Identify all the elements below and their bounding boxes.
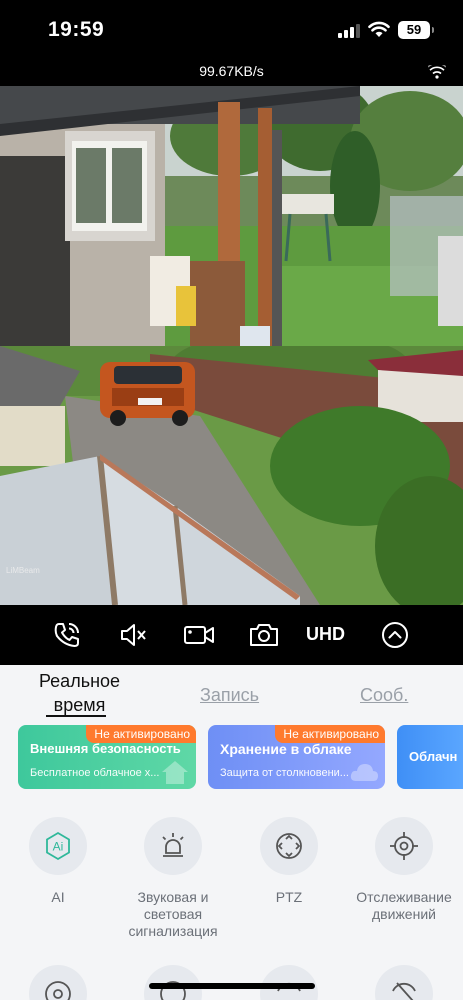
- feature-label: AI: [51, 889, 65, 905]
- tab-record[interactable]: Запись: [200, 685, 259, 706]
- card-cloud-partial[interactable]: Облачн: [397, 725, 463, 789]
- expand-icon[interactable]: [380, 620, 410, 650]
- active-tab-indicator: [46, 715, 106, 717]
- status-time: 19:59: [48, 18, 105, 41]
- camera-wifi-icon: [428, 65, 446, 79]
- camera-watermark: LiMBeam: [6, 566, 40, 575]
- record-icon[interactable]: [183, 620, 215, 650]
- gallery-icon: [45, 981, 71, 1000]
- cellular-signal-icon: [338, 24, 360, 38]
- feature-label: Отслеживание движений: [356, 889, 452, 922]
- no-signal-icon: [392, 982, 416, 1000]
- card-subtitle: Бесплатное облачное х...: [30, 767, 160, 779]
- camera-feed-top[interactable]: [0, 86, 463, 346]
- home-indicator[interactable]: [149, 983, 315, 989]
- ai-icon: Ai: [46, 831, 70, 861]
- feature-label: Звуковая и световая сигнализация: [128, 889, 218, 939]
- snapshot-icon[interactable]: [248, 620, 280, 650]
- feature-motion-tracking[interactable]: Отслеживание движений: [349, 817, 459, 923]
- card-subtitle: Защита от столкновени...: [220, 767, 349, 779]
- call-icon[interactable]: [52, 620, 82, 650]
- battery-indicator: 59: [398, 21, 434, 39]
- cloud-icon: [350, 764, 378, 781]
- ptz-icon: [276, 833, 302, 859]
- playback-controls: UHD: [0, 605, 463, 665]
- feature-row2-item-4[interactable]: [375, 965, 433, 1000]
- light-alarm-icon: [162, 833, 184, 857]
- target-icon: [390, 832, 418, 860]
- bottom-panel: Реальное время Запись Сооб. Не активиров…: [0, 665, 463, 1000]
- stream-info-bar: 99.67KB/s: [0, 60, 463, 86]
- feature-ai[interactable]: Ai AI: [3, 817, 113, 906]
- camera-feed-bottom[interactable]: LiMBeam: [0, 346, 463, 605]
- card-cloud-storage[interactable]: Не активировано Хранение в облаке Защита…: [208, 725, 385, 789]
- status-bar: 19:59 59: [0, 0, 463, 60]
- feature-light-alarm[interactable]: Звуковая и световая сигнализация: [118, 817, 228, 940]
- card-title: Хранение в облаке: [220, 741, 352, 757]
- svg-text:Ai: Ai: [53, 840, 64, 854]
- tab-messages[interactable]: Сооб.: [360, 685, 408, 706]
- card-outdoor-security[interactable]: Не активировано Внешняя безопасность Бес…: [18, 725, 196, 789]
- wifi-icon: [368, 21, 390, 37]
- mute-icon[interactable]: [118, 620, 148, 650]
- home-icon: [162, 761, 188, 784]
- quality-toggle[interactable]: UHD: [306, 624, 345, 645]
- stream-speed: 99.67KB/s: [199, 63, 264, 79]
- feature-label: PTZ: [275, 889, 303, 905]
- card-title: Облачн: [409, 749, 458, 764]
- tab-live[interactable]: Реальное время: [32, 669, 127, 717]
- card-title: Внешняя безопасность: [30, 741, 181, 756]
- feature-ptz[interactable]: PTZ: [234, 817, 344, 906]
- feature-row2-item-1[interactable]: [29, 965, 87, 1000]
